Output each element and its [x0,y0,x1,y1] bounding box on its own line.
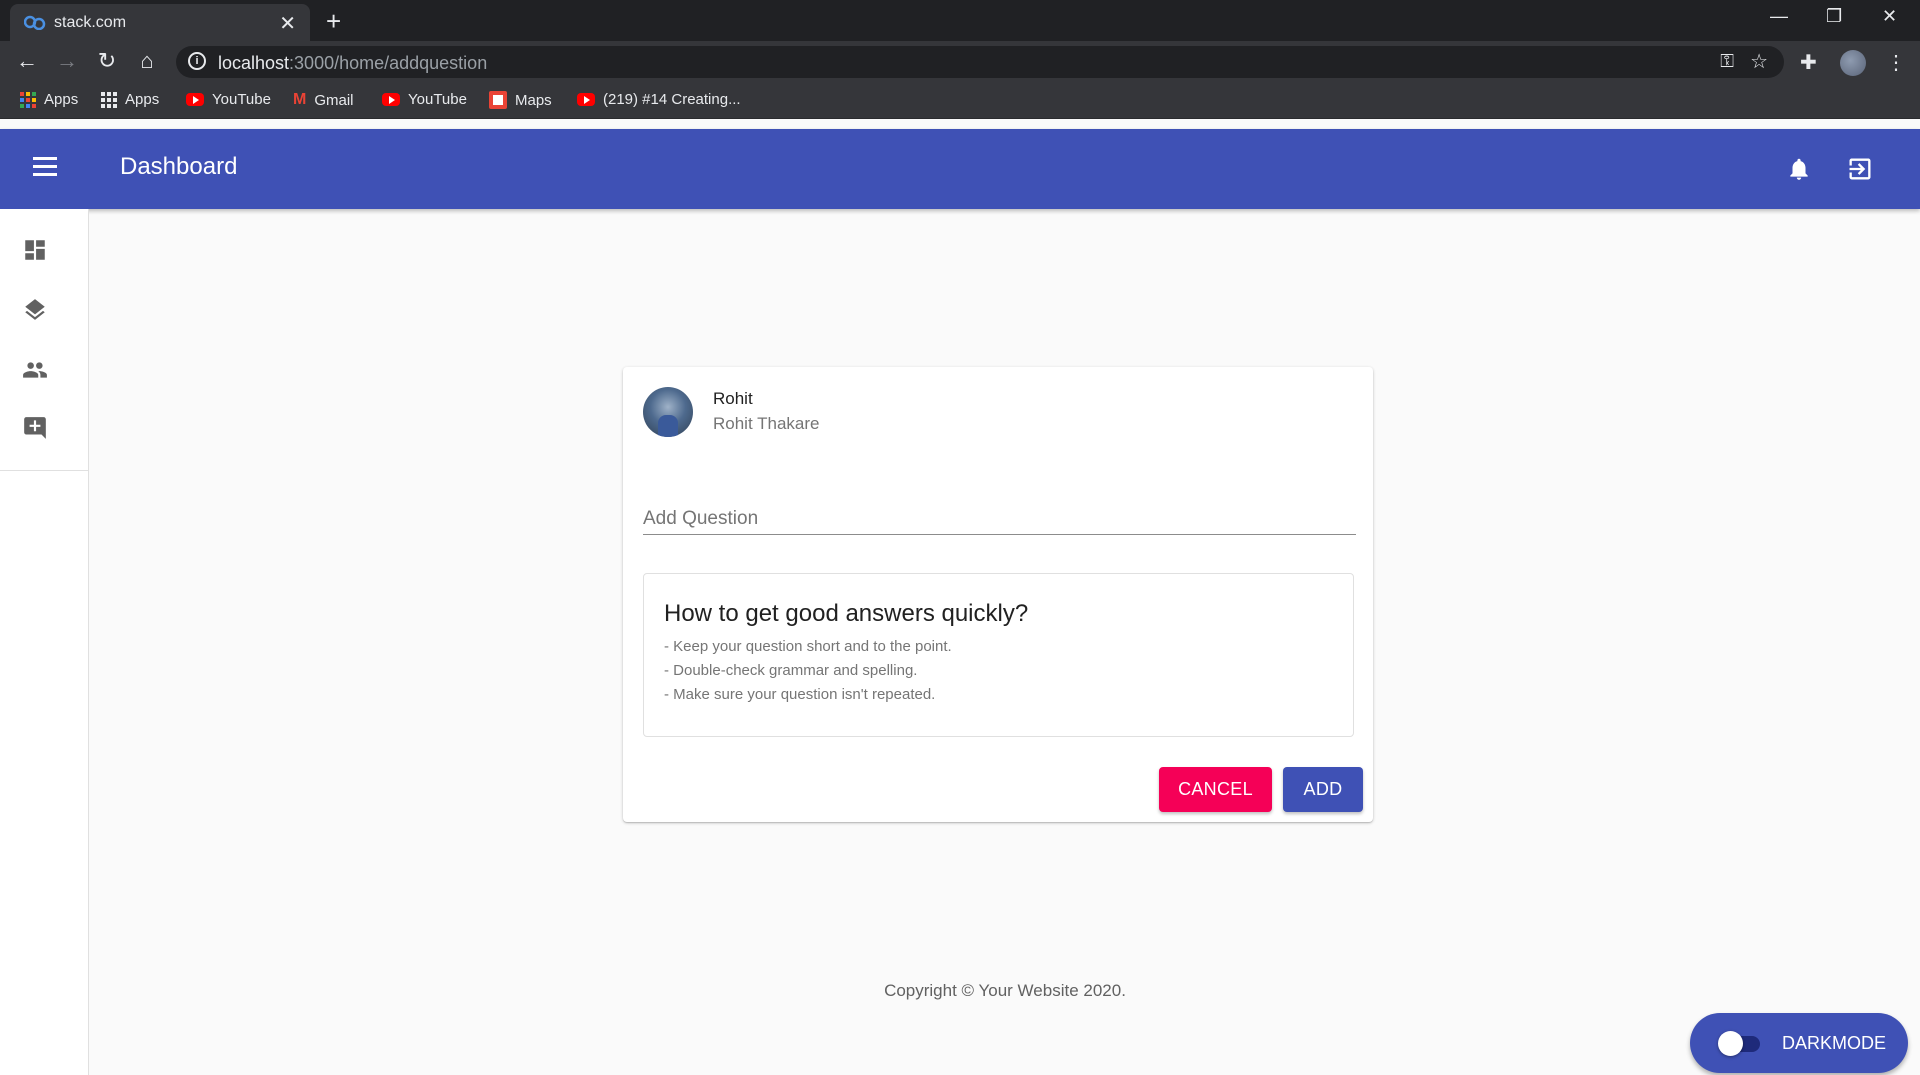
maps-icon [489,91,507,109]
tip-line: - Double-check grammar and spelling. [664,662,918,679]
toggle-thumb[interactable] [1718,1031,1743,1056]
bookmark-youtube-1[interactable]: YouTube [186,91,271,108]
home-icon[interactable]: ⌂ [135,49,159,73]
reload-icon[interactable]: ↻ [95,49,119,73]
address-bar[interactable]: i localhost:3000/home/addquestion ⚿ ☆ [176,46,1784,78]
user-avatar [643,387,693,437]
bookmark-video[interactable]: (219) #14 Creating... [577,91,741,108]
forward-icon[interactable]: → [55,49,79,73]
browser-tab[interactable]: stack.com ✕ [10,4,310,41]
browser-tab-bar: stack.com ✕ + — ❐ ✕ [0,0,1920,41]
youtube-icon [577,93,595,106]
tab-title: stack.com [54,14,127,31]
bookmark-star-icon[interactable]: ☆ [1750,49,1768,74]
site-favicon-icon [24,15,46,30]
bookmark-apps[interactable]: Apps [101,91,159,108]
cancel-button[interactable]: CANCEL [1159,767,1272,812]
close-window-icon[interactable]: ✕ [1882,6,1897,27]
password-key-icon[interactable]: ⚿ [1720,51,1734,72]
youtube-icon [382,93,400,106]
tips-box: How to get good answers quickly? - Keep … [643,573,1354,737]
profile-avatar[interactable] [1840,50,1866,76]
gmail-icon: M [293,91,307,108]
people-icon[interactable] [22,357,48,383]
youtube-icon [186,93,204,106]
darkmode-toggle[interactable]: DARKMODE [1690,1013,1908,1073]
layers-icon[interactable] [22,297,48,323]
user-fullname: Rohit Thakare [713,414,820,433]
site-info-icon[interactable]: i [188,52,206,70]
dashboard-icon[interactable] [22,237,48,263]
new-tab-button[interactable]: + [326,6,341,37]
tip-line: - Make sure your question isn't repeated… [664,686,936,703]
username: Rohit [713,389,753,408]
bookmarks-bar: Apps Apps YouTube M Gmail YouTube Maps (… [0,82,1920,119]
close-tab-icon[interactable]: ✕ [279,11,296,36]
footer-copyright: Copyright © Your Website 2020. [884,981,1126,1000]
add-comment-icon[interactable] [22,415,48,441]
extensions-puzzle-icon[interactable]: ✚ [1800,50,1817,75]
restore-window-icon[interactable]: ❐ [1826,6,1842,27]
apps-grid-color-icon [20,91,36,108]
sidebar-divider [0,470,89,471]
sidebar [0,209,89,1075]
tip-line: - Keep your question short and to the po… [664,638,952,655]
add-question-card: Rohit Rohit Thakare How to get good answ… [623,367,1373,822]
browser-menu-icon[interactable]: ⋮ [1886,50,1906,75]
back-icon[interactable]: ← [15,49,39,73]
apps-grid-icon [101,91,117,108]
app-bar: Dashboard [0,129,1920,209]
notifications-bell-icon[interactable] [1786,155,1812,183]
minimize-window-icon[interactable]: — [1770,6,1788,27]
darkmode-label: DARKMODE [1782,1033,1887,1053]
bookmark-youtube-2[interactable]: YouTube [382,91,467,108]
question-input[interactable] [643,495,1356,535]
url-text: localhost:3000/home/addquestion [218,53,488,73]
add-button[interactable]: ADD [1283,767,1363,812]
browser-toolbar: ← → ↻ ⌂ i localhost:3000/home/addquestio… [0,41,1920,82]
logout-icon[interactable] [1846,155,1874,183]
hamburger-menu-icon[interactable] [33,157,57,181]
page-title: Dashboard [120,153,238,180]
tips-heading: How to get good answers quickly? [664,600,1029,627]
bookmark-apps-colored[interactable]: Apps [20,91,78,108]
bookmark-gmail[interactable]: M Gmail [293,91,354,109]
bookmark-maps[interactable]: Maps [489,91,552,109]
